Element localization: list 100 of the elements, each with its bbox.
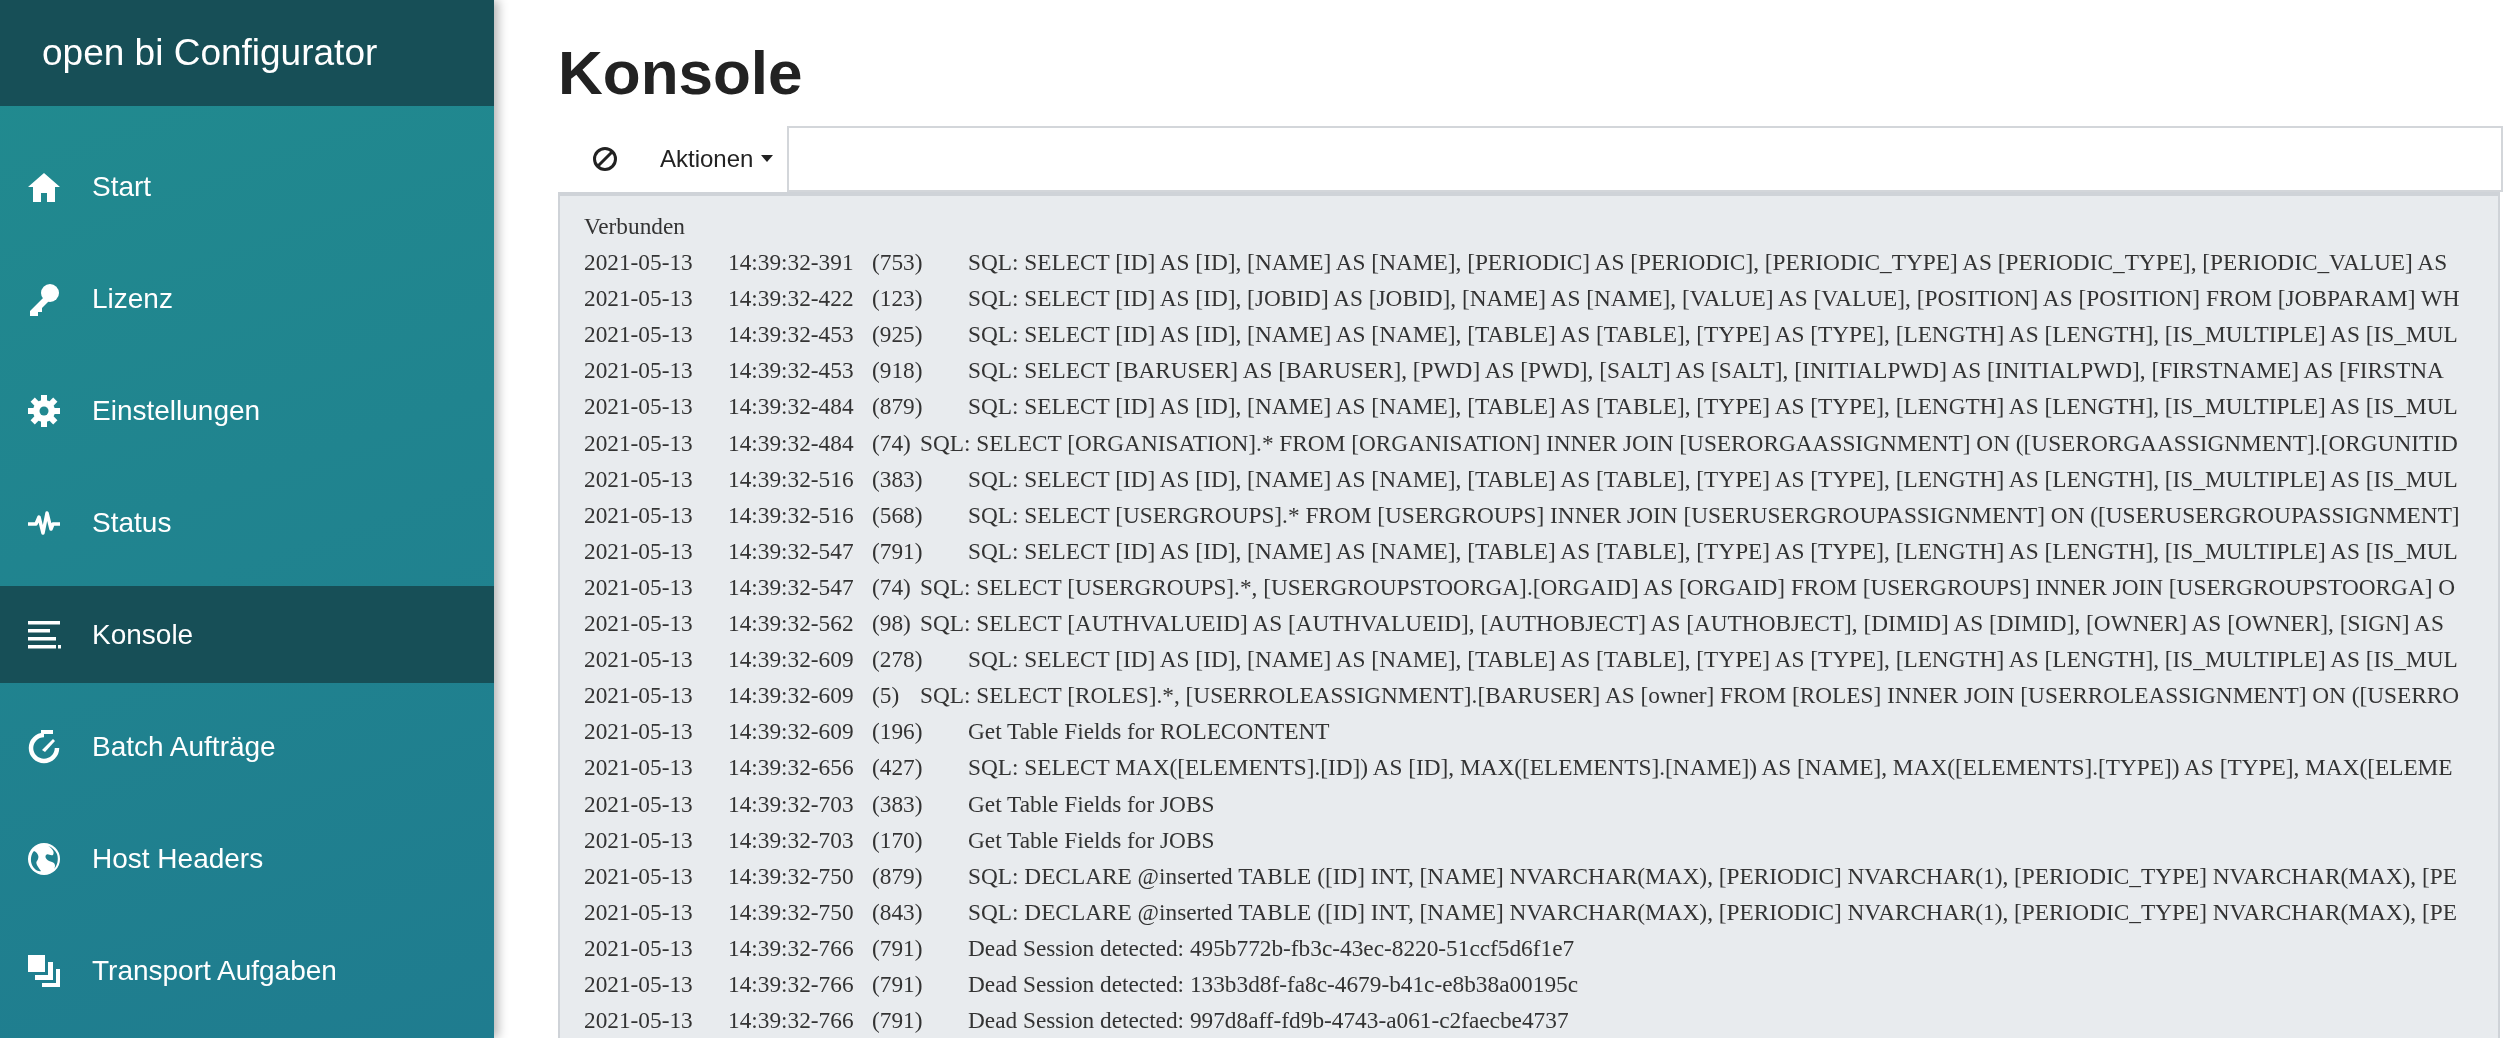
log-message: Get Table Fields for ROLECONTENT [968, 718, 1330, 745]
log-message: SQL: SELECT MAX([ELEMENTS].[ID]) AS [ID], MAX([ELEMENTS].[NAME]) AS [NAME], MAX([ELEMENTS].[TYPE]) AS [TYPE], MAX([ELEME [968, 754, 2453, 781]
sidebar-item[interactable]: Lizenz [0, 250, 494, 347]
page-title: Konsole [558, 42, 804, 104]
caret-icon [761, 155, 774, 163]
squares-icon [26, 952, 62, 989]
log-pid: (170) [872, 826, 923, 853]
log-date: 2021-05-13 [584, 718, 693, 745]
log-date: 2021-05-13 [584, 321, 693, 348]
log-date: 2021-05-13 [584, 501, 693, 528]
log-date: 2021-05-13 [584, 1007, 693, 1034]
log-pid: (791) [872, 934, 923, 961]
log-date: 2021-05-13 [584, 934, 693, 961]
log-date: 2021-05-13 [584, 646, 693, 673]
log-pid: (74) [872, 429, 911, 456]
log-message: SQL: DECLARE @inserted TABLE ([ID] INT, [NAME] NVARCHAR(MAX), [PERIODIC] NVARCHAR(1), [PERIODIC_TYPE] NVARCHAR(MAX), [PE [968, 862, 2457, 889]
log-time: 14:39:32-516 [728, 501, 854, 528]
log-time: 14:39:32-484 [728, 429, 854, 456]
log-time: 14:39:32-453 [728, 357, 854, 384]
log-pid: (383) [872, 465, 923, 492]
log-pid: (753) [872, 249, 923, 276]
sidebar-item[interactable]: Einstellungen [0, 362, 494, 459]
log-time: 14:39:32-766 [728, 934, 854, 961]
log-date: 2021-05-13 [584, 249, 693, 276]
app-title: open bi Configurator [42, 31, 378, 76]
log-message: SQL: SELECT [ROLES].*, [USERROLEASSIGNMENT].[BARUSER] AS [owner] FROM [ROLES] INNER JOIN [USERROLEASSIGNMENT] ON ([USERRO [920, 682, 2460, 709]
log-time: 14:39:32-562 [728, 610, 854, 637]
log-date: 2021-05-13 [584, 610, 693, 637]
log-pid: (123) [872, 285, 923, 312]
sidebar-item[interactable]: Start [0, 138, 494, 235]
log-message: SQL: SELECT [ID] AS [ID], [JOBID] AS [JOBID], [NAME] AS [NAME], [VALUE] AS [VALUE], [POSITION] AS [POSITION] FROM [JOBPARAM] WH [968, 285, 2460, 312]
sidebar-item[interactable]: Status [0, 474, 494, 571]
log-time: 14:39:32-609 [728, 718, 854, 745]
log-message: Get Table Fields for JOBS [968, 790, 1215, 817]
log-pid: (383) [872, 790, 923, 817]
timer-icon [26, 728, 62, 765]
log-pid: (879) [872, 862, 923, 889]
log-time: 14:39:32-484 [728, 393, 854, 420]
sidebar-item[interactable]: Host Headers [0, 810, 494, 907]
log-pid: (5) [872, 682, 900, 709]
log-pid: (791) [872, 537, 923, 564]
connection-status: Verbunden [584, 213, 685, 239]
log-pid: (925) [872, 321, 923, 348]
log-time: 14:39:32-516 [728, 465, 854, 492]
log-date: 2021-05-13 [584, 429, 693, 456]
log-pid: (278) [872, 646, 923, 673]
log-pid: (791) [872, 970, 923, 997]
log-date: 2021-05-13 [584, 826, 693, 853]
log-pid: (568) [872, 501, 923, 528]
log-message: Get Table Fields for JOBS [968, 826, 1215, 853]
actions-dropdown[interactable]: Aktionen [652, 126, 788, 192]
log-message: SQL: SELECT [ID] AS [ID], [NAME] AS [NAME], [TABLE] AS [TABLE], [TYPE] AS [TYPE], [LENGTH] AS [LENGTH], [IS_MULTIPLE] AS [IS_MUL [968, 646, 2458, 673]
log-date: 2021-05-13 [584, 682, 693, 709]
log-time: 14:39:32-766 [728, 1007, 854, 1034]
log-time: 14:39:32-703 [728, 826, 854, 853]
log-time: 14:39:32-750 [728, 898, 854, 925]
log-message: SQL: SELECT [USERGROUPS].* FROM [USERGROUPS] INNER JOIN [USERUSERGROUPASSIGNMENT] ON ([USERUSERGROUPASSIGNMENT] [968, 501, 2460, 528]
log-message: Dead Session detected: 997d8aff-fd9b-4743-a061-c2faecbe4737 [968, 1007, 1569, 1034]
log-message: SQL: SELECT [ID] AS [ID], [NAME] AS [NAME], [TABLE] AS [TABLE], [TYPE] AS [TYPE], [LENGTH] AS [LENGTH], [IS_MULTIPLE] AS [IS_MUL [968, 465, 2458, 492]
log-time: 14:39:32-547 [728, 537, 854, 564]
log-message: Dead Session detected: 133b3d8f-fa8c-4679-b41c-e8b38a00195c [968, 970, 1579, 997]
log-date: 2021-05-13 [584, 573, 693, 600]
log-pid: (879) [872, 393, 923, 420]
log-time: 14:39:32-703 [728, 790, 854, 817]
log-date: 2021-05-13 [584, 862, 693, 889]
log-date: 2021-05-13 [584, 393, 693, 420]
log-pid: (196) [872, 718, 923, 745]
log-time: 14:39:32-609 [728, 646, 854, 673]
log-time: 14:39:32-766 [728, 970, 854, 997]
log-message: Dead Session detected: 495b772b-fb3c-43ec-8220-51ccf5d6f1e7 [968, 934, 1575, 961]
log-date: 2021-05-13 [584, 790, 693, 817]
log-message: SQL: SELECT [BARUSER] AS [BARUSER], [PWD] AS [PWD], [SALT] AS [SALT], [INITIALPWD] AS [INITIALPWD], [FIRSTNAME] AS [FIRSTNA [968, 357, 2444, 384]
log-pid: (791) [872, 1007, 923, 1034]
log-message: SQL: SELECT [ID] AS [ID], [NAME] AS [NAME], [PERIODIC] AS [PERIODIC], [PERIODIC_TYPE] AS [PERIODIC_TYPE], [PERIODIC_VALUE] AS [968, 249, 2448, 276]
log-message: SQL: SELECT [ID] AS [ID], [NAME] AS [NAME], [TABLE] AS [TABLE], [TYPE] AS [TYPE], [LENGTH] AS [LENGTH], [IS_MULTIPLE] AS [IS_MUL [968, 393, 2458, 420]
sidebar-item[interactable]: Transport Aufgaben [0, 922, 494, 1019]
log-pid: (74) [872, 573, 911, 600]
gear-icon [26, 392, 62, 429]
log-message: SQL: SELECT [ORGANISATION].* FROM [ORGANISATION] INNER JOIN [USERORGAASSIGNMENT] ON ([USERORGAASSIGNMENT].[ORGUNITID [920, 429, 2458, 456]
log-pid: (427) [872, 754, 923, 781]
command-input[interactable] [787, 126, 2503, 192]
log-message: SQL: SELECT [ID] AS [ID], [NAME] AS [NAME], [TABLE] AS [TABLE], [TYPE] AS [TYPE], [LENGTH] AS [LENGTH], [IS_MULTIPLE] AS [IS_MUL [968, 321, 2458, 348]
globe-icon [26, 840, 62, 877]
log-date: 2021-05-13 [584, 898, 693, 925]
log-message: SQL: DECLARE @inserted TABLE ([ID] INT, [NAME] NVARCHAR(MAX), [PERIODIC] NVARCHAR(1), [PERIODIC_TYPE] NVARCHAR(MAX), [PE [968, 898, 2457, 925]
ban-icon [591, 145, 619, 173]
log-pid: (98) [872, 610, 911, 637]
log-date: 2021-05-13 [584, 970, 693, 997]
log-message: SQL: SELECT [ID] AS [ID], [NAME] AS [NAME], [TABLE] AS [TABLE], [TYPE] AS [TYPE], [LENGTH] AS [LENGTH], [IS_MULTIPLE] AS [IS_MUL [968, 537, 2458, 564]
log-date: 2021-05-13 [584, 285, 693, 312]
log-time: 14:39:32-750 [728, 862, 854, 889]
sidebar-item[interactable]: Konsole [0, 586, 494, 683]
log-time: 14:39:32-656 [728, 754, 854, 781]
log-time: 14:39:32-422 [728, 285, 854, 312]
log-date: 2021-05-13 [584, 357, 693, 384]
log-date: 2021-05-13 [584, 754, 693, 781]
log-time: 14:39:32-609 [728, 682, 854, 709]
log-date: 2021-05-13 [584, 537, 693, 564]
sidebar-item[interactable]: Batch Aufträge [0, 698, 494, 795]
log-time: 14:39:32-453 [728, 321, 854, 348]
